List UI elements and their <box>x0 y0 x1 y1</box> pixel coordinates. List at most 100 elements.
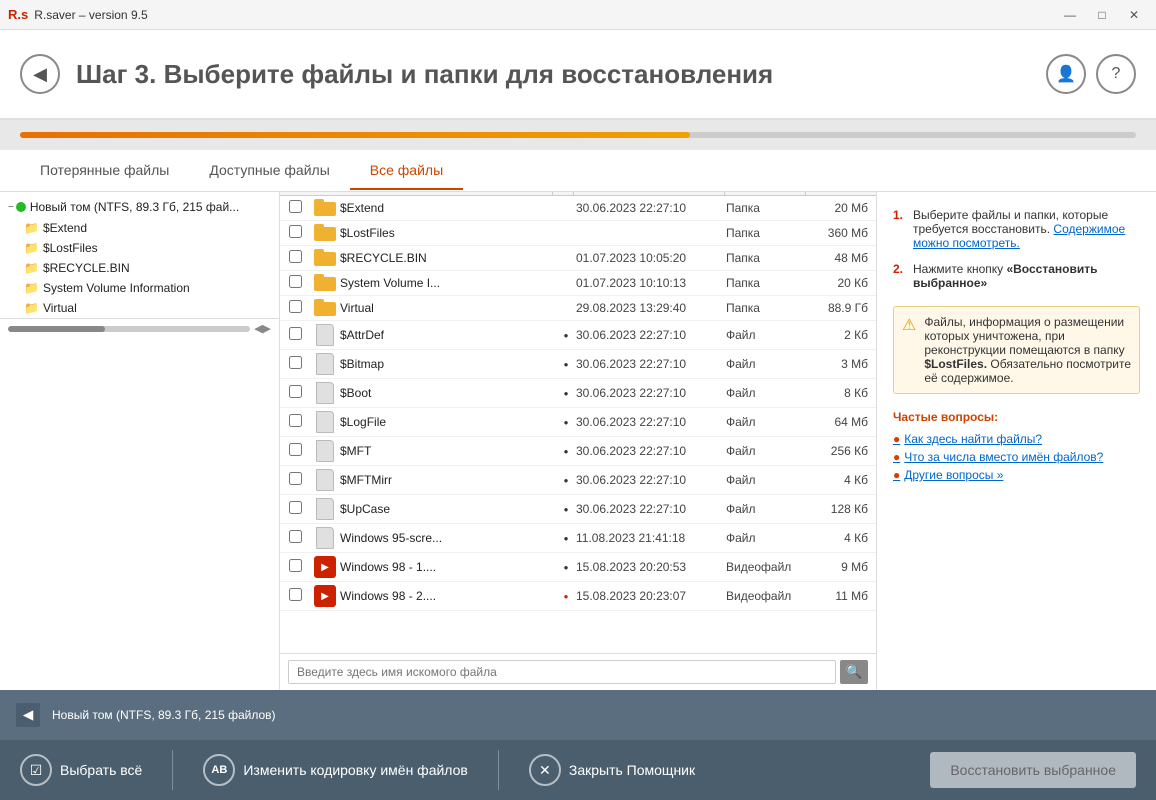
file-icon-cell <box>310 411 340 433</box>
faq-item-3[interactable]: ● Другие вопросы » <box>893 468 1140 482</box>
progress-fill <box>20 132 690 138</box>
file-checkbox[interactable] <box>289 275 302 288</box>
tip-number-1: 1. <box>893 208 907 250</box>
file-checkbox[interactable] <box>289 472 302 485</box>
file-checkbox[interactable] <box>289 501 302 514</box>
tree-item-sysvolinfo[interactable]: 📁 System Volume Information <box>0 278 279 298</box>
file-list-panel: $Extend 30.06.2023 22:27:10 Папка 20 Мб … <box>280 192 876 690</box>
table-row: $Boot ● 30.06.2023 22:27:10 Файл 8 Кб <box>280 379 876 408</box>
tree-root-item[interactable]: − Новый том (NTFS, 89.3 Гб, 215 фай... <box>0 196 279 218</box>
search-input[interactable] <box>288 660 836 684</box>
user-button[interactable]: 👤 <box>1046 54 1086 94</box>
file-type: Файл <box>726 415 806 429</box>
titlebar-left: R.s R.saver – version 9.5 <box>8 7 148 22</box>
table-row: Windows 95-scre... ● 11.08.2023 21:41:18… <box>280 524 876 553</box>
file-date: 30.06.2023 22:27:10 <box>576 473 726 487</box>
file-checkbox-cell <box>280 559 310 575</box>
file-size: 48 Мб <box>806 251 876 265</box>
file-type: Файл <box>726 357 806 371</box>
table-row: $RECYCLE.BIN 01.07.2023 10:05:20 Папка 4… <box>280 246 876 271</box>
folder-icon <box>314 274 336 292</box>
file-name: System Volume I... <box>340 276 556 290</box>
file-status-dot: ● <box>564 331 569 340</box>
file-icon <box>316 527 334 549</box>
file-checkbox-cell <box>280 200 310 216</box>
tree-item-label: System Volume Information <box>43 281 190 295</box>
file-checkbox[interactable] <box>289 300 302 313</box>
file-checkbox[interactable] <box>289 327 302 340</box>
file-checkbox[interactable] <box>289 356 302 369</box>
tip-text-1: Выберите файлы и папки, которые требуетс… <box>913 208 1140 250</box>
progress-track <box>20 132 1136 138</box>
file-icon <box>316 324 334 346</box>
tab-lost-files[interactable]: Потерянные файлы <box>20 152 189 190</box>
volume-indicator <box>16 202 26 212</box>
tree-item-virtual[interactable]: 📁 Virtual <box>0 298 279 318</box>
file-checkbox[interactable] <box>289 559 302 572</box>
tree-item-extend[interactable]: 📁 $Extend <box>0 218 279 238</box>
restore-button[interactable]: Восстановить выбранное <box>930 752 1136 788</box>
folder-icon <box>314 299 336 317</box>
select-all-button[interactable]: ☑ Выбрать всё <box>20 754 142 786</box>
tab-available-files[interactable]: Доступные файлы <box>189 152 349 190</box>
file-icon-cell: ▶ <box>310 556 340 578</box>
help-button[interactable]: ? <box>1096 54 1136 94</box>
file-name: Windows 98 - 1.... <box>340 560 556 574</box>
close-button[interactable]: ✕ <box>1120 5 1148 25</box>
close-wizard-button[interactable]: ✕ Закрыть Помощник <box>529 754 695 786</box>
file-checkbox-cell <box>280 472 310 488</box>
file-size: 128 Кб <box>806 502 876 516</box>
file-checkbox[interactable] <box>289 200 302 213</box>
file-checkbox[interactable] <box>289 225 302 238</box>
file-checkbox[interactable] <box>289 385 302 398</box>
app-logo: R.s <box>8 7 28 22</box>
tree-item-lostfiles[interactable]: 📁 $LostFiles <box>0 238 279 258</box>
info-tip-1: 1. Выберите файлы и папки, которые требу… <box>893 208 1140 250</box>
file-name: Windows 95-scre... <box>340 531 556 545</box>
file-date: 30.06.2023 22:27:10 <box>576 386 726 400</box>
file-size: 8 Кб <box>806 386 876 400</box>
file-checkbox[interactable] <box>289 530 302 543</box>
file-checkbox[interactable] <box>289 414 302 427</box>
file-checkbox[interactable] <box>289 588 302 601</box>
tabs-bar: Потерянные файлы Доступные файлы Все фай… <box>0 150 1156 192</box>
file-size: 2 Кб <box>806 328 876 342</box>
file-checkbox[interactable] <box>289 443 302 456</box>
status-text: Новый том (NTFS, 89.3 Гб, 215 файлов) <box>52 708 276 722</box>
select-all-icon: ☑ <box>20 754 52 786</box>
change-encoding-button[interactable]: AB Изменить кодировку имён файлов <box>203 754 468 786</box>
select-all-label: Выбрать всё <box>60 762 142 778</box>
tab-all-files[interactable]: Все файлы <box>350 152 463 190</box>
video-icon: ▶ <box>314 585 336 607</box>
back-button[interactable]: ◀ <box>20 54 60 94</box>
prev-button[interactable]: ◀ <box>16 703 40 727</box>
folder-icon: 📁 <box>24 261 39 275</box>
faq-item-1[interactable]: ● Как здесь найти файлы? <box>893 432 1140 446</box>
tree-item-recycle[interactable]: 📁 $RECYCLE.BIN <box>0 258 279 278</box>
back-arrow-icon: ◀ <box>33 64 47 85</box>
file-type: Папка <box>726 251 806 265</box>
minimize-button[interactable]: — <box>1056 5 1084 25</box>
file-type: Папка <box>726 201 806 215</box>
file-size: 256 Кб <box>806 444 876 458</box>
file-name: $MFTMirr <box>340 473 556 487</box>
file-icon-cell <box>310 469 340 491</box>
tree-item-label: $Extend <box>43 221 87 235</box>
info-tips: 1. Выберите файлы и папки, которые требу… <box>893 208 1140 290</box>
status-bar: ◀ Новый том (NTFS, 89.3 Гб, 215 файлов) <box>0 690 1156 740</box>
file-type: Файл <box>726 444 806 458</box>
search-button[interactable]: 🔍 <box>840 660 868 684</box>
file-icon-cell <box>310 299 340 317</box>
faq-item-2[interactable]: ● Что за числа вместо имён файлов? <box>893 450 1140 464</box>
file-checkbox-cell <box>280 385 310 401</box>
faq-section: Частые вопросы: ● Как здесь найти файлы?… <box>893 410 1140 482</box>
file-dot-cell: ● <box>556 476 576 485</box>
file-name: $Extend <box>340 201 556 215</box>
file-size: 360 Мб <box>806 226 876 240</box>
file-checkbox-cell <box>280 588 310 604</box>
file-checkbox[interactable] <box>289 250 302 263</box>
file-icon-cell <box>310 382 340 404</box>
faq-title: Частые вопросы: <box>893 410 1140 424</box>
maximize-button[interactable]: □ <box>1088 5 1116 25</box>
file-name: $AttrDef <box>340 328 556 342</box>
